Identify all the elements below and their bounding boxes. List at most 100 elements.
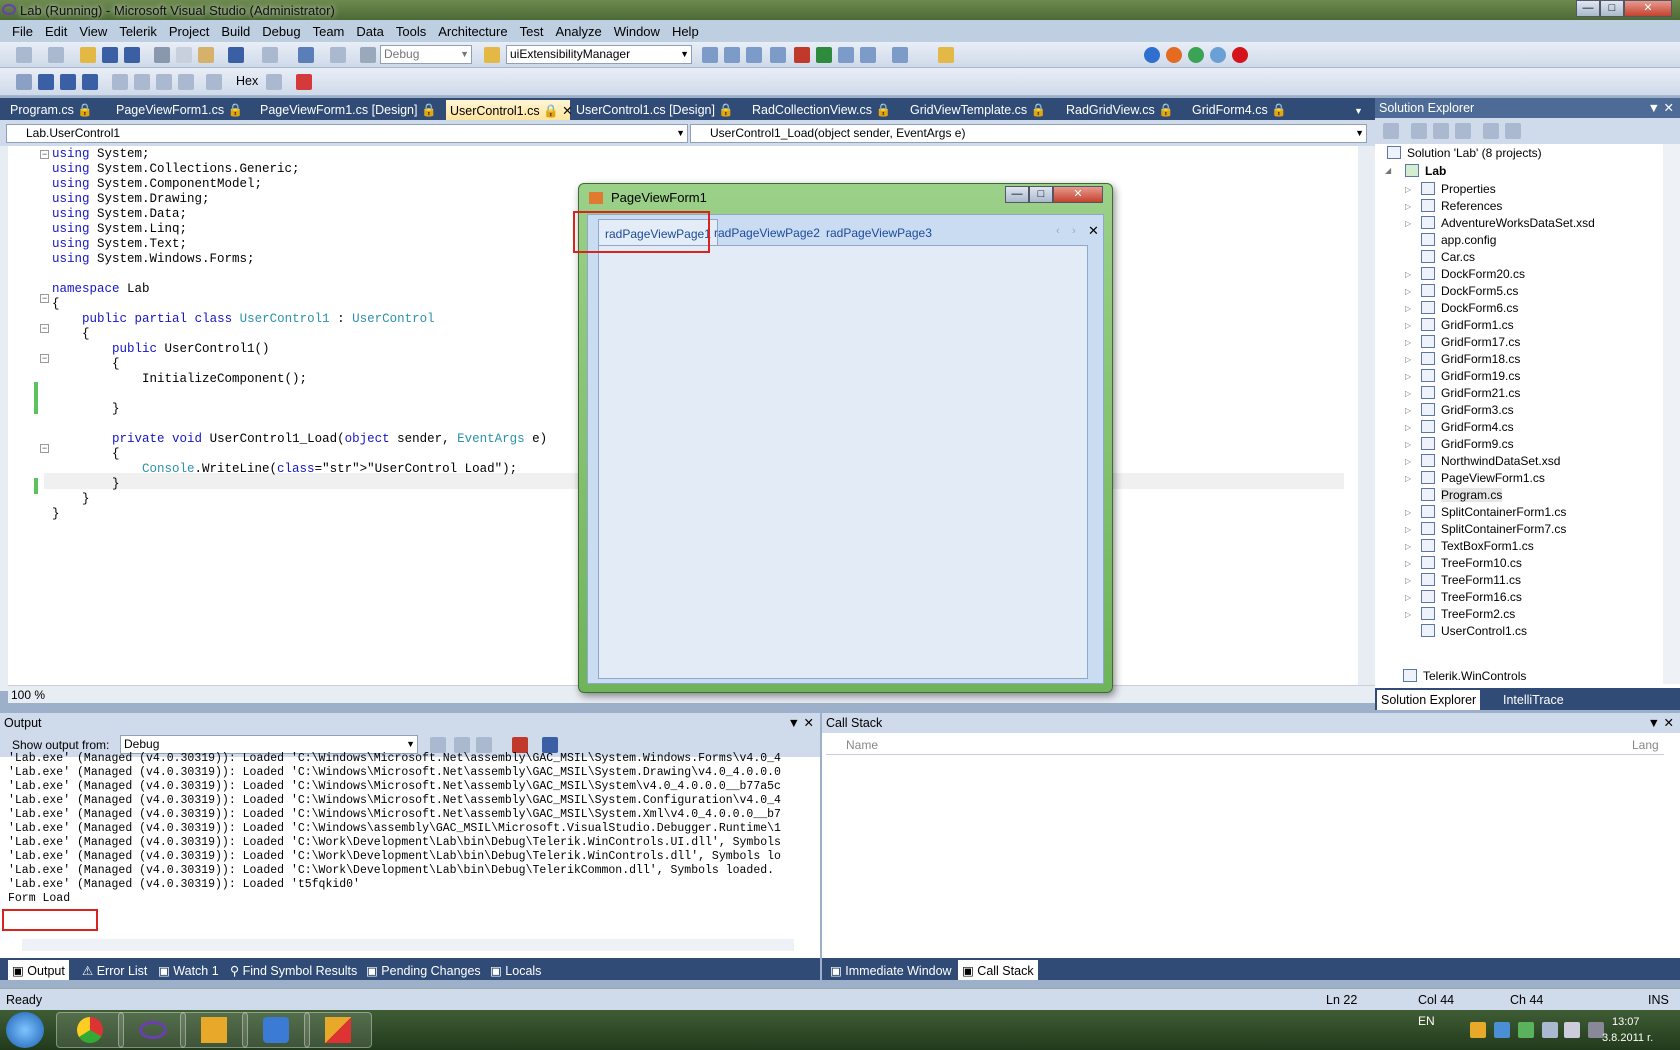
paste-icon[interactable] <box>198 47 214 63</box>
menu-architecture[interactable]: Architecture <box>432 24 513 39</box>
opera-icon[interactable] <box>1232 47 1248 63</box>
minimize-button[interactable]: — <box>1576 0 1600 17</box>
menu-test[interactable]: Test <box>514 24 550 39</box>
tree-item[interactable]: DockForm6.cs <box>1421 301 1518 315</box>
expand-icon[interactable]: ▷ <box>1405 185 1411 194</box>
save-icon[interactable] <box>102 47 118 63</box>
hex-button[interactable]: Hex <box>236 74 258 88</box>
tab-gridform4-cs[interactable]: GridForm4.cs 🔒 <box>1188 100 1291 120</box>
tab-program-cs[interactable]: Program.cs 🔒 <box>6 100 97 120</box>
collapse-icon[interactable]: − <box>40 444 49 453</box>
code-line[interactable]: using System; <box>52 146 150 162</box>
collapse-icon[interactable]: − <box>40 294 49 303</box>
step-into-icon[interactable] <box>134 74 150 90</box>
tab-usercontrol1-cs[interactable]: UserControl1.cs 🔒 ✕ <box>446 100 573 120</box>
project-node[interactable]: Lab <box>1405 164 1446 178</box>
expand-icon[interactable]: ▷ <box>1405 593 1411 602</box>
project-node-telerik[interactable]: Telerik.WinControls <box>1403 669 1526 683</box>
menu-project[interactable]: Project <box>163 24 215 39</box>
tree-item[interactable]: GridForm21.cs <box>1421 386 1520 400</box>
code-line[interactable] <box>52 386 60 402</box>
tab-radpageviewpage2[interactable]: radPageViewPage2 <box>708 219 826 245</box>
code-line[interactable]: using System.Collections.Generic; <box>52 161 300 177</box>
solution-node[interactable]: Solution 'Lab' (8 projects) <box>1387 146 1542 160</box>
firefox-icon[interactable] <box>1166 47 1182 63</box>
tree-item[interactable]: DockForm5.cs <box>1421 284 1518 298</box>
quick-watch-icon[interactable] <box>206 74 222 90</box>
tree-item[interactable]: GridForm9.cs <box>1421 437 1514 451</box>
taskbar-app[interactable] <box>242 1012 310 1048</box>
tab-list-dropdown-icon[interactable]: ▼ <box>1350 100 1367 120</box>
code-line[interactable]: namespace Lab <box>52 281 150 297</box>
tab-find-symbol-results[interactable]: ⚲ Find Symbol Results <box>226 960 361 980</box>
code-line[interactable]: using System.Drawing; <box>52 191 210 207</box>
tab-watch-1[interactable]: ▣ Watch 1 <box>154 960 223 980</box>
toolbar-tool-8-icon[interactable] <box>860 47 876 63</box>
find-combo[interactable]: uiExtensibilityManager ▼ <box>506 45 692 64</box>
show-all-files-icon[interactable] <box>1411 123 1427 139</box>
code-line[interactable]: using System.Data; <box>52 206 187 222</box>
open-file-icon[interactable] <box>80 47 96 63</box>
volume-icon[interactable] <box>1564 1022 1580 1038</box>
expand-icon[interactable]: ▷ <box>1405 457 1411 466</box>
expand-icon[interactable]: ▷ <box>1405 372 1411 381</box>
expand-icon[interactable]: ▷ <box>1405 389 1411 398</box>
output-horizontal-scrollbar[interactable] <box>22 939 794 951</box>
code-line[interactable]: } <box>52 476 120 492</box>
menu-data[interactable]: Data <box>350 24 389 39</box>
tree-item[interactable]: DockForm20.cs <box>1421 267 1525 281</box>
add-item-icon[interactable] <box>48 47 64 63</box>
toolbar-tool-6-icon[interactable] <box>816 47 832 63</box>
expand-icon[interactable]: ▷ <box>1405 202 1411 211</box>
code-line[interactable]: using System.Text; <box>52 236 187 252</box>
toolbar-tool-7-icon[interactable] <box>838 47 854 63</box>
expand-icon[interactable]: ▷ <box>1405 559 1411 568</box>
tree-item[interactable]: GridForm17.cs <box>1421 335 1520 349</box>
properties-icon[interactable] <box>1383 123 1399 139</box>
solution-configuration-combo[interactable]: Debug ▼ <box>380 45 472 64</box>
collapse-all-icon[interactable] <box>1455 123 1471 139</box>
code-line[interactable]: { <box>52 296 60 312</box>
menu-telerik[interactable]: Telerik <box>113 24 163 39</box>
undo-icon[interactable] <box>228 47 244 63</box>
menu-build[interactable]: Build <box>215 24 256 39</box>
code-line[interactable]: Console.WriteLine(class="str">"UserContr… <box>52 461 517 477</box>
navigate-forward-icon[interactable] <box>330 47 346 63</box>
expand-icon[interactable]: ▷ <box>1405 321 1411 330</box>
menu-window[interactable]: Window <box>608 24 666 39</box>
toolbar-tool-10-icon[interactable] <box>938 47 954 63</box>
tab-solution-explorer[interactable]: Solution Explorer <box>1377 690 1481 710</box>
form-maximize-button[interactable]: □ <box>1029 186 1053 203</box>
toolbar-tool-1-icon[interactable] <box>702 47 718 63</box>
tree-item[interactable]: TreeForm11.cs <box>1421 573 1521 587</box>
form-close-button[interactable]: ✕ <box>1053 186 1103 203</box>
code-line[interactable] <box>52 266 60 282</box>
tree-item[interactable]: AdventureWorksDataSet.xsd <box>1421 216 1595 230</box>
tab-pageviewform1-cs[interactable]: PageViewForm1.cs 🔒 <box>112 100 247 120</box>
start-debug-icon[interactable] <box>360 47 376 63</box>
show-next-statement-icon[interactable] <box>112 74 128 90</box>
debug-tool-icon[interactable] <box>266 74 282 90</box>
view-code-icon[interactable] <box>1483 123 1499 139</box>
redo-icon[interactable] <box>262 47 278 63</box>
taskbar-visual-studio[interactable] <box>118 1012 186 1048</box>
editor-vertical-scrollbar[interactable] <box>1358 146 1375 685</box>
tab-error-list[interactable]: ⚠ Error List <box>78 960 151 980</box>
menu-team[interactable]: Team <box>307 24 351 39</box>
tab-radpageviewpage3[interactable]: radPageViewPage3 <box>820 219 938 245</box>
tab-usercontrol1-design[interactable]: UserControl1.cs [Design] 🔒 <box>572 100 738 120</box>
expand-icon[interactable]: ▷ <box>1405 542 1411 551</box>
pageviewform1-window[interactable]: PageViewForm1 — □ ✕ radPageViewPage1 rad… <box>573 183 1113 693</box>
clock-time[interactable]: 13:07 <box>1612 1016 1640 1028</box>
collapse-icon[interactable]: − <box>40 354 49 363</box>
tray-outlook-icon[interactable] <box>1470 1022 1486 1038</box>
expand-icon[interactable]: ▷ <box>1405 423 1411 432</box>
tab-gridviewtemplate-cs[interactable]: GridViewTemplate.cs 🔒 <box>906 100 1050 120</box>
code-line[interactable]: using System.ComponentModel; <box>52 176 262 192</box>
expand-icon[interactable]: ▷ <box>1405 576 1411 585</box>
tree-item[interactable]: NorthwindDataSet.xsd <box>1421 454 1560 468</box>
tree-item[interactable]: TreeForm2.cs <box>1421 607 1515 621</box>
tab-pageviewform1-design[interactable]: PageViewForm1.cs [Design] 🔒 <box>256 100 441 120</box>
code-line[interactable]: public UserControl1() <box>52 341 270 357</box>
toolbar-tool-5-icon[interactable] <box>794 47 810 63</box>
